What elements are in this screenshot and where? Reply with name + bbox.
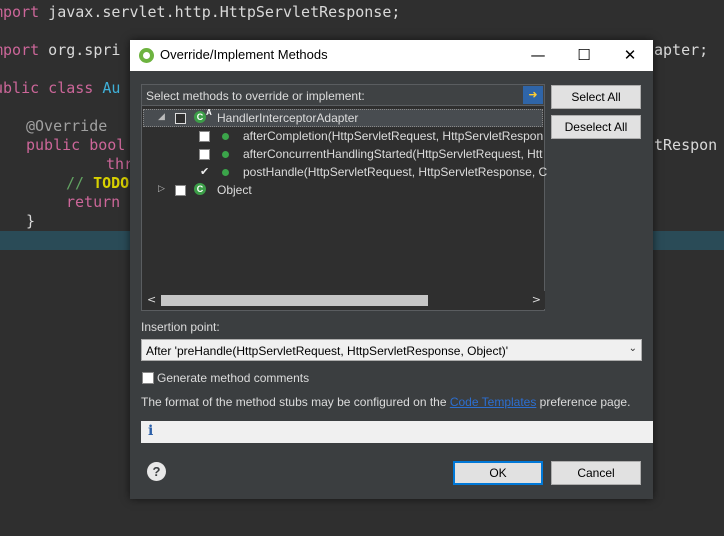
code-line-2: mport org.spri (0, 41, 121, 59)
maximize-button[interactable]: ☐ (561, 40, 607, 71)
tree-item-label: Object (217, 183, 252, 197)
tree-item-method[interactable]: afterConcurrentHandlingStarted(HttpServl… (142, 145, 544, 163)
code-line-1: mport javax.servlet.http.HttpServletResp… (0, 3, 401, 21)
class-icon: C (194, 111, 206, 123)
collapse-arrow-icon[interactable]: ◢ (158, 112, 165, 122)
scroll-right-icon[interactable]: > (532, 293, 541, 306)
ok-button[interactable]: OK (453, 461, 543, 485)
code-line-9: } (26, 212, 36, 230)
code-line-7: // TODO (66, 174, 130, 192)
tree-item-handler-interceptor-adapter[interactable]: ◢ C A HandlerInterceptorAdapter (142, 108, 544, 127)
dialog-titlebar: Override/Implement Methods — ☐ ✕ (130, 40, 653, 71)
dialog-title: Override/Implement Methods (160, 47, 328, 62)
code-line-3: ublic class Au (0, 79, 121, 97)
horizontal-scrollbar[interactable]: < > (143, 291, 545, 309)
tree-item-label: postHandle(HttpServletRequest, HttpServl… (243, 165, 548, 179)
deselect-all-button[interactable]: Deselect All (551, 115, 641, 139)
checkbox-object[interactable] (175, 185, 186, 196)
code-templates-link[interactable]: Code Templates (450, 395, 537, 409)
generate-comments-checkbox[interactable] (142, 372, 154, 384)
tree-item-label: afterConcurrentHandlingStarted(HttpServl… (243, 147, 543, 161)
public-method-icon (222, 151, 229, 158)
scroll-left-icon[interactable]: < (147, 293, 156, 306)
info-bar: i (141, 421, 653, 443)
tree-item-object[interactable]: ▷ C Object (142, 181, 544, 199)
tree-item-method[interactable]: ✔ postHandle(HttpServletRequest, HttpSer… (142, 163, 548, 181)
code-line-5: public bool (26, 136, 126, 154)
insertion-point-value: After 'preHandle(HttpServletRequest, Htt… (146, 344, 509, 358)
expand-arrow-icon[interactable]: ▷ (158, 184, 165, 194)
checkbox-after-completion[interactable] (199, 131, 210, 142)
spring-icon (139, 48, 154, 63)
info-icon: i (148, 423, 154, 439)
checkbox-after-concurrent-handling-started[interactable] (199, 149, 210, 160)
checkbox-handler-interceptor-adapter[interactable] (175, 113, 186, 124)
generate-comments-label[interactable]: Generate method comments (157, 371, 309, 385)
methods-tree[interactable]: Select methods to override or implement:… (141, 84, 548, 311)
stubs-info-text: The format of the method stubs may be co… (141, 395, 631, 409)
code-line-8: return (66, 193, 130, 211)
checkbox-post-handle[interactable]: ✔ (199, 165, 210, 178)
class-icon: C (194, 183, 206, 195)
insertion-point-select[interactable]: After 'preHandle(HttpServletRequest, Htt… (141, 339, 642, 361)
sort-filter-icon[interactable]: ➜ (523, 86, 543, 104)
tree-header-label: Select methods to override or implement: (146, 89, 365, 103)
insertion-point-label: Insertion point: (141, 320, 220, 334)
code-line-4: @Override (26, 117, 108, 135)
scrollbar-thumb[interactable] (161, 295, 428, 306)
public-method-icon (222, 133, 229, 140)
tree-item-method[interactable]: afterCompletion(HttpServletRequest, Http… (142, 127, 544, 145)
override-implement-dialog: Override/Implement Methods — ☐ ✕ Select … (130, 40, 653, 499)
cancel-button[interactable]: Cancel (551, 461, 641, 485)
abstract-mark-icon: A (206, 108, 212, 117)
check-icon: ✔ (200, 165, 210, 178)
code-fragment-right-2: tRespon (654, 136, 718, 154)
tree-item-label: afterCompletion(HttpServletRequest, Http… (243, 129, 544, 143)
select-all-button[interactable]: Select All (551, 85, 641, 109)
code-fragment-right-1: apter; (654, 41, 709, 59)
help-icon[interactable]: ? (147, 462, 166, 481)
minimize-button[interactable]: — (515, 40, 561, 71)
tree-item-label: HandlerInterceptorAdapter (217, 111, 359, 125)
close-button[interactable]: ✕ (607, 40, 653, 71)
chevron-down-icon: ⌄ (628, 343, 637, 354)
tree-header: Select methods to override or implement:… (142, 85, 544, 106)
public-method-icon (222, 169, 229, 176)
